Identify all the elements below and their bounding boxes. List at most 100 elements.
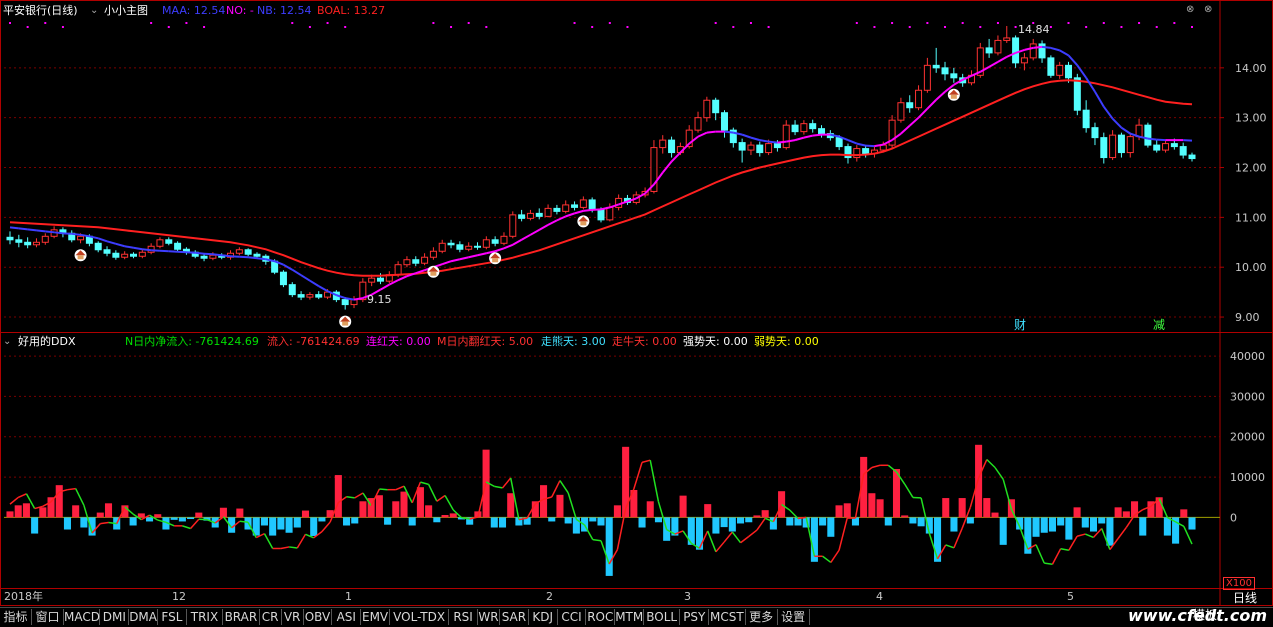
maa-line-segment [1077,65,1086,77]
tab-11[interactable]: ASI [332,609,361,625]
sub-indicator-name[interactable]: 好用的DDX [18,335,75,349]
tab-20[interactable]: MTM [615,609,644,625]
collapse-icon[interactable]: ⊗ [1186,4,1194,15]
ddx-bar [991,513,998,518]
stat-inflow: 流入: -761424.69 [267,335,360,349]
tab-21[interactable]: BOLL [644,609,680,625]
main-indicator-name[interactable]: 小小主图 [104,4,148,18]
maa-line-segment [142,249,151,250]
ddx-bar [236,509,243,518]
maa-line-segment [1051,48,1060,50]
maa-line-segment [513,240,522,245]
ddx-bar [877,499,884,517]
candle-body [289,285,295,295]
ddx-bar [819,517,826,525]
ddx-bar [130,517,137,525]
ddx-line-segment [445,495,453,509]
candle-body [1154,145,1160,150]
low-price-label: 9.15 [367,293,392,306]
tab-15[interactable]: WR [478,609,500,625]
tab-12[interactable]: EMV [361,609,390,625]
ddx-line-segment [724,532,732,542]
indicator-menu-icon[interactable]: ⌄ [90,5,98,16]
signal-dot [1068,22,1070,24]
ddx-line-segment [568,493,576,520]
ddx-line-segment [100,523,108,524]
candle-body [42,236,48,242]
ddx-line-segment [10,497,18,504]
tab-7[interactable]: BRAR [223,609,259,625]
chart-canvas[interactable]: 9.0010.0011.0012.0013.0014.0001000020000… [0,0,1273,626]
ddx-bar [762,510,769,517]
stat-bull-days: 走牛天: 0.00 [612,335,677,349]
watermark: www.cfedt.com [1128,606,1267,626]
maa-line-segment [910,118,919,126]
tab-19[interactable]: ROC [586,609,615,625]
ddx-line-segment [437,495,445,501]
maa-line-segment [72,234,81,235]
tab-18[interactable]: CCI [558,609,587,625]
signal-dot [891,22,893,24]
ddx-line-segment [347,497,355,498]
x-label-mar: 3 [684,591,691,603]
tab-8[interactable]: CR [260,609,282,625]
tab-25[interactable]: 设置 [778,609,810,625]
tab-1[interactable]: 窗口 [32,609,64,625]
maa-line-segment [1033,47,1042,48]
tab-22[interactable]: PSY [680,609,709,625]
stock-name[interactable]: 平安银行(日线) [3,4,78,18]
tab-4[interactable]: DMA [129,609,158,625]
candle-body [748,145,754,150]
ddx-bar [171,517,178,519]
sub-y-tick-label: 0 [1230,511,1237,524]
candle-body [210,255,216,258]
ddx-line-segment [264,534,272,549]
tab-24[interactable]: 更多 [746,609,778,625]
candle-body [916,90,922,107]
tab-13[interactable]: VOL-TDX [390,609,449,625]
ddx-bar [23,503,30,517]
maa-line-segment [742,135,751,138]
expand-icon[interactable]: ⊗ [1204,4,1212,15]
tab-5[interactable]: FSL [158,609,187,625]
tab-23[interactable]: MCST [709,609,745,625]
signal-dot [1085,26,1087,28]
reduce-marker[interactable]: 减 [1153,319,1165,332]
period-label[interactable]: 日线 [1233,592,1257,604]
candle-body [430,251,436,257]
maa-line-segment [1060,50,1069,55]
tab-2[interactable]: MACD [64,609,100,625]
signal-dot [468,22,470,24]
ddx-line-segment [658,502,666,530]
ddx-bar [261,517,268,525]
tab-16[interactable]: SAR [500,609,529,625]
candle-body [1048,58,1054,75]
tab-0[interactable]: 指标 [0,609,32,625]
ddx-bar [1074,507,1081,517]
candle-body [607,207,613,219]
maa-line-segment [248,257,257,258]
tab-9[interactable]: VR [282,609,304,625]
tab-10[interactable]: OBV [304,609,333,625]
ddx-bar [1098,517,1105,523]
finance-marker[interactable]: 财 [1014,319,1026,332]
house-marker-body [430,272,436,276]
ddx-line-segment [987,460,995,468]
ddx-bar [1000,517,1007,544]
candle-body [78,236,84,239]
tab-3[interactable]: DMI [100,609,129,625]
tab-6[interactable]: TRIX [187,609,223,625]
ddx-bar [975,445,982,518]
x-label-apr: 4 [876,591,883,603]
ddx-bar [770,517,777,529]
signal-dot [909,26,911,28]
maa-line-segment [195,253,204,254]
tab-14[interactable]: RSI [449,609,478,625]
signal-dots [9,22,1193,28]
ddx-line-segment [905,484,913,497]
candle-body [351,300,357,305]
candle-body [448,243,454,244]
sub-indicator-menu-icon[interactable]: ⌄ [3,336,11,347]
tab-17[interactable]: KDJ [529,609,558,625]
candle-body [783,125,789,147]
